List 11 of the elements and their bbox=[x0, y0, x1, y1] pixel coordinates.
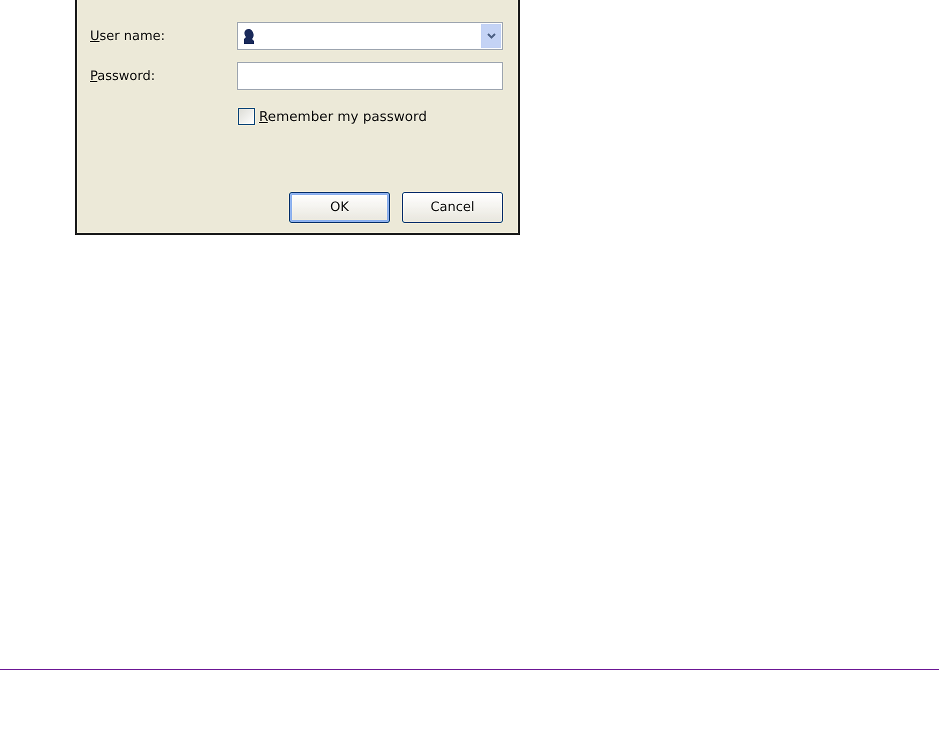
ok-button[interactable]: OK bbox=[289, 192, 390, 223]
checkbox[interactable] bbox=[238, 108, 255, 125]
password-field[interactable] bbox=[236, 62, 503, 90]
cancel-button[interactable]: Cancel bbox=[402, 192, 503, 223]
field-label: Password: bbox=[90, 68, 156, 84]
dropdown-button[interactable] bbox=[481, 24, 501, 48]
user-icon bbox=[242, 28, 255, 44]
user-name-combo[interactable] bbox=[236, 22, 503, 50]
chevron-down-icon bbox=[486, 33, 496, 39]
field-label: User name: bbox=[90, 28, 166, 44]
checkbox-label[interactable]: Remember my password bbox=[259, 108, 427, 124]
